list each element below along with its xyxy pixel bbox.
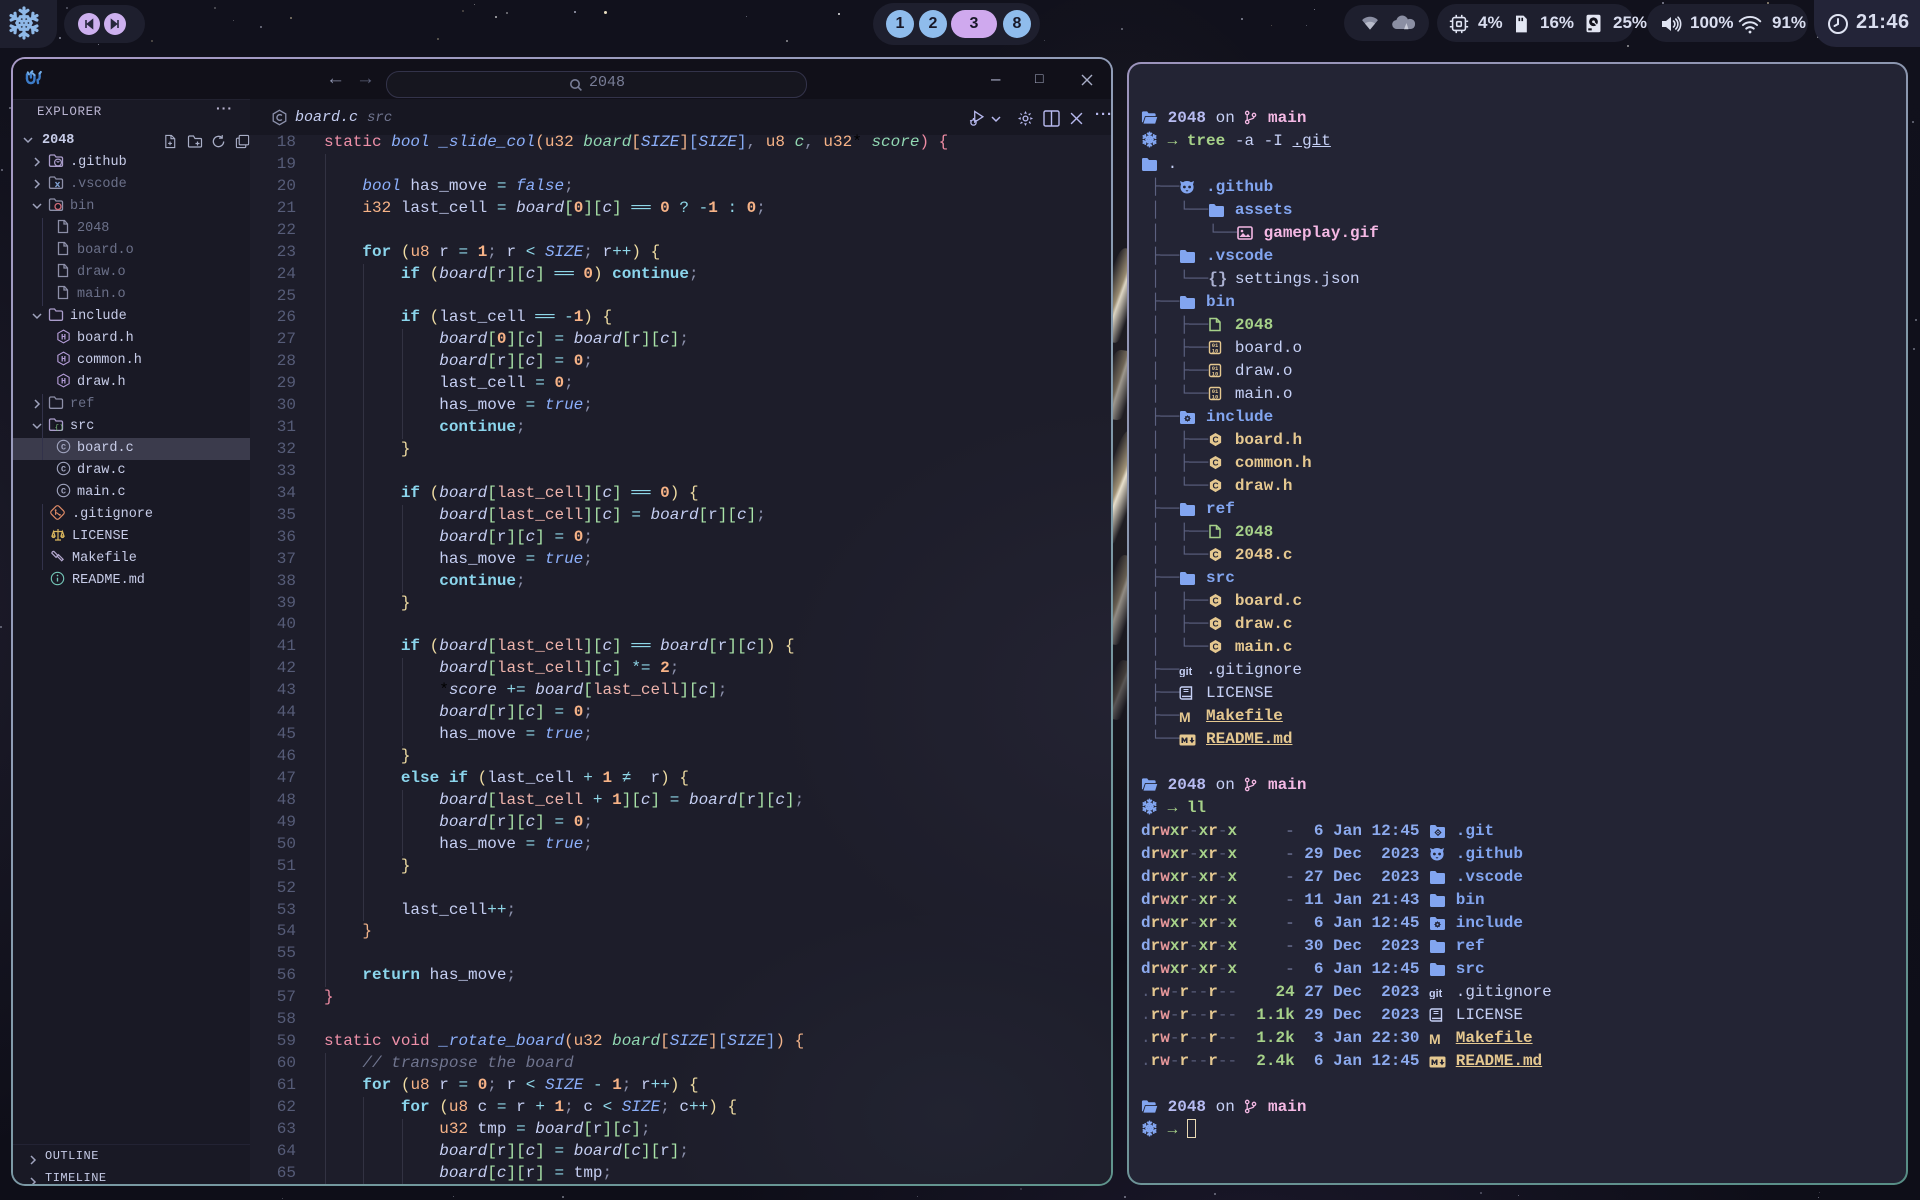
svg-text:{): {) bbox=[55, 424, 64, 432]
svg-text:C: C bbox=[1213, 641, 1219, 651]
svg-text:C: C bbox=[61, 487, 66, 497]
svg-text:C: C bbox=[61, 465, 66, 475]
svg-text:C: C bbox=[1213, 480, 1219, 490]
svg-text:C: C bbox=[1213, 549, 1219, 559]
svg-text:C: C bbox=[61, 443, 66, 453]
svg-text:H: H bbox=[61, 377, 66, 387]
svg-text:C: C bbox=[1213, 618, 1219, 628]
svg-text:H: H bbox=[61, 333, 66, 343]
svg-text:C: C bbox=[1213, 457, 1219, 467]
svg-text:C: C bbox=[1213, 434, 1219, 444]
svg-text:10: 10 bbox=[1212, 348, 1219, 355]
svg-text:10: 10 bbox=[1212, 371, 1219, 378]
svg-text:10: 10 bbox=[1212, 394, 1219, 401]
svg-text:git: git bbox=[1179, 666, 1193, 677]
svg-text:M: M bbox=[1429, 1032, 1441, 1045]
svg-text:git: git bbox=[1429, 988, 1443, 999]
svg-text:C: C bbox=[1213, 595, 1219, 605]
svg-text:H: H bbox=[61, 355, 66, 365]
svg-text:M: M bbox=[1179, 710, 1191, 723]
